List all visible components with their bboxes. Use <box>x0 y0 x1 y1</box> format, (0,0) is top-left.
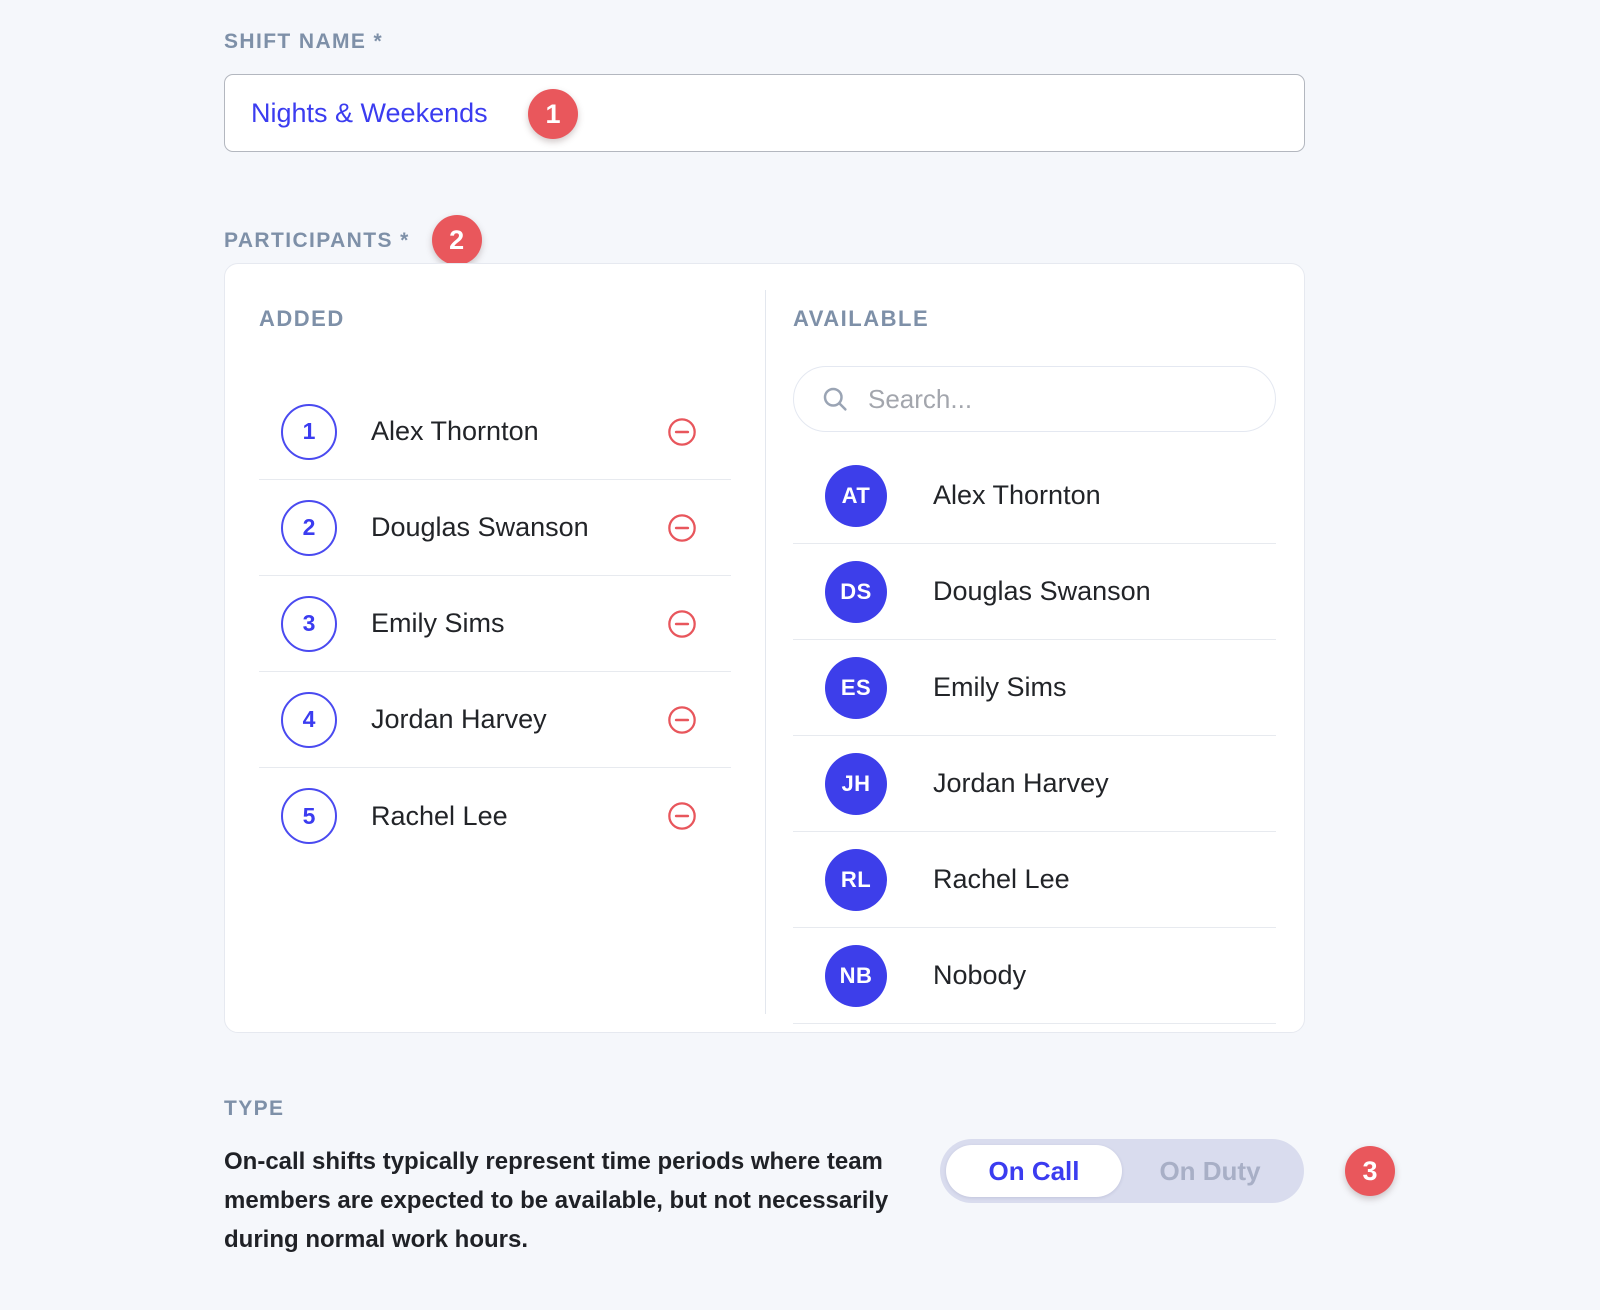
search-input[interactable] <box>868 383 1249 415</box>
order-number-badge: 4 <box>281 691 337 748</box>
shift-type-toggle[interactable]: On Call On Duty <box>940 1139 1304 1203</box>
participant-name: Jordan Harvey <box>933 768 1109 798</box>
participant-name: Nobody <box>933 960 1027 990</box>
circle-minus-icon[interactable] <box>665 415 699 449</box>
shift-name-label: SHIFT NAME * <box>224 30 384 53</box>
avatar: AT <box>825 464 887 527</box>
circle-minus-icon[interactable] <box>665 607 699 641</box>
participant-name: Jordan Harvey <box>371 704 547 734</box>
added-list: 1 Alex Thornton 2 Douglas Swanson 3 Emil… <box>259 384 731 864</box>
type-label: TYPE <box>224 1097 285 1120</box>
participants-label: PARTICIPANTS * <box>224 228 410 252</box>
toggle-option-on-duty[interactable]: On Duty <box>1122 1145 1298 1197</box>
participant-name: Rachel Lee <box>933 864 1070 894</box>
available-list-item[interactable]: JH Jordan Harvey <box>793 736 1276 832</box>
participant-name: Douglas Swanson <box>933 576 1151 606</box>
search-box[interactable] <box>793 366 1276 432</box>
circle-minus-icon[interactable] <box>665 703 699 737</box>
participant-name: Emily Sims <box>933 672 1067 702</box>
type-label-row: TYPE <box>224 1098 284 1120</box>
participant-name: Douglas Swanson <box>371 512 589 542</box>
available-list-item[interactable]: DS Douglas Swanson <box>793 544 1276 640</box>
added-column-title: ADDED <box>259 306 345 331</box>
shift-name-input-wrap <box>224 74 1305 152</box>
order-number-badge: 1 <box>281 403 337 460</box>
avatar: RL <box>825 848 887 911</box>
added-list-item[interactable]: 5 Rachel Lee <box>259 768 731 864</box>
participant-name: Emily Sims <box>371 608 505 638</box>
circle-minus-icon[interactable] <box>665 511 699 545</box>
toggle-option-on-call[interactable]: On Call <box>946 1145 1122 1197</box>
avatar: NB <box>825 944 887 1007</box>
added-list-item[interactable]: 2 Douglas Swanson <box>259 480 731 576</box>
order-number-badge: 3 <box>281 595 337 652</box>
participant-name: Rachel Lee <box>371 800 508 831</box>
available-list-item[interactable]: NB Nobody <box>793 928 1276 1024</box>
step-badge-2: 2 <box>431 215 482 265</box>
participants-label-row: PARTICIPANTS * 2 <box>224 215 482 265</box>
shift-name-input[interactable] <box>224 74 1305 152</box>
search-icon <box>820 384 850 414</box>
step-badge-3: 3 <box>1345 1146 1395 1196</box>
available-column: AVAILABLE AT Alex Thornton DS Douglas Sw… <box>765 264 1304 1032</box>
participant-name: Alex Thornton <box>371 416 539 446</box>
avatar: ES <box>825 656 887 719</box>
added-list-item[interactable]: 4 Jordan Harvey <box>259 672 731 768</box>
added-list-item[interactable]: 1 Alex Thornton <box>259 384 731 480</box>
shift-form-page: SHIFT NAME * 1 PARTICIPANTS * 2 ADDED 1 … <box>0 0 1600 1310</box>
avatar: JH <box>825 752 887 815</box>
participants-panel: ADDED 1 Alex Thornton 2 Douglas Swanson <box>224 263 1305 1033</box>
available-list-item[interactable]: ES Emily Sims <box>793 640 1276 736</box>
added-column: ADDED 1 Alex Thornton 2 Douglas Swanson <box>225 264 765 1032</box>
available-list-item[interactable]: AT Alex Thornton <box>793 448 1276 544</box>
available-list-item[interactable]: RL Rachel Lee <box>793 832 1276 928</box>
avatar: DS <box>825 560 887 623</box>
available-list: AT Alex Thornton DS Douglas Swanson ES E… <box>765 448 1304 1024</box>
circle-minus-icon[interactable] <box>665 799 699 833</box>
shift-name-label-row: SHIFT NAME * <box>224 31 383 53</box>
order-number-badge: 2 <box>281 499 337 556</box>
order-number-badge: 5 <box>281 788 337 844</box>
available-column-title: AVAILABLE <box>793 306 930 331</box>
added-list-item[interactable]: 3 Emily Sims <box>259 576 731 672</box>
step-badge-1: 1 <box>528 89 578 139</box>
type-description: On-call shifts typically represent time … <box>224 1148 889 1253</box>
participant-name: Alex Thornton <box>933 480 1101 510</box>
